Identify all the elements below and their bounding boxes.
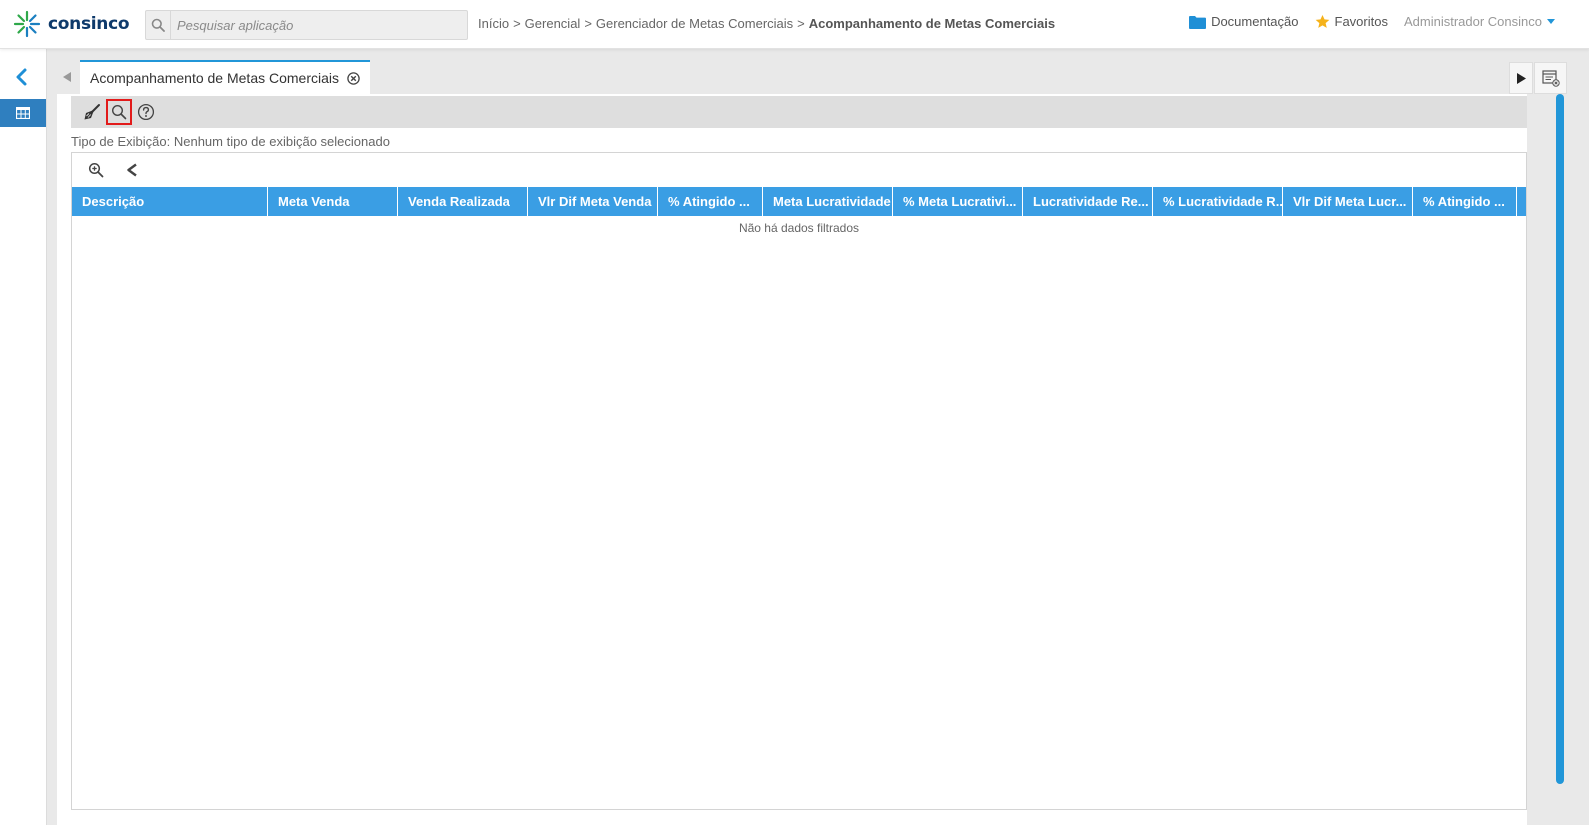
breadcrumb: Início > Gerencial > Gerenciador de Metas Co… — [478, 16, 1055, 31]
clear-button[interactable] — [79, 99, 105, 125]
chevron-left-icon — [16, 68, 27, 86]
tab-scroll-right-button[interactable] — [1509, 62, 1533, 94]
breadcrumb-item-inicio[interactable]: Início — [478, 16, 509, 31]
app-header: consinco Início>Gerencial>Gerenciador de… — [0, 0, 1589, 49]
breadcrumb-item-gerencial[interactable]: Gerencial — [525, 16, 581, 31]
star-icon — [1315, 14, 1329, 28]
calendar-grid-icon — [16, 107, 30, 119]
documentation-link[interactable]: Documentação — [1189, 14, 1299, 29]
main-toolbar — [71, 96, 1527, 128]
search-icon — [111, 104, 127, 120]
collapse-sidebar-button[interactable] — [12, 67, 32, 87]
grid-header-row: Descrição Meta Venda Venda Realizada Vlr… — [72, 187, 1526, 216]
search-button[interactable] — [106, 99, 132, 125]
tab-close-button[interactable] — [347, 71, 360, 85]
app-search — [145, 10, 468, 40]
column-header-perc-lucratividade-realizada[interactable]: % Lucratividade R... — [1153, 187, 1283, 216]
triangle-right-icon — [1516, 72, 1526, 84]
grid-toolbar — [72, 153, 1526, 187]
breadcrumb-separator: > — [513, 16, 521, 31]
column-header-meta-venda[interactable]: Meta Venda — [268, 187, 398, 216]
close-circle-icon — [347, 71, 360, 85]
consinco-logo-icon — [13, 10, 41, 38]
zoom-in-button[interactable] — [84, 158, 108, 182]
column-header-perc-meta-lucratividade[interactable]: % Meta Lucrativi... — [893, 187, 1023, 216]
documentation-label: Documentação — [1211, 14, 1299, 29]
help-button[interactable] — [133, 99, 159, 125]
user-name: Administrador Consinco — [1403, 14, 1542, 29]
breadcrumb-item-current: Acompanhamento de Metas Comerciais — [808, 16, 1056, 31]
left-sidebar — [0, 49, 47, 825]
column-header-vlr-dif-meta-venda[interactable]: Vlr Dif Meta Venda — [528, 187, 658, 216]
list-close-icon — [1541, 70, 1560, 87]
tab-label: Acompanhamento de Metas Comerciais — [90, 70, 340, 86]
vertical-scrollbar[interactable] — [1555, 94, 1565, 784]
empty-grid-message: Não há dados filtrados — [738, 221, 860, 235]
breadcrumb-item-gerenciador[interactable]: Gerenciador de Metas Comerciais — [596, 16, 793, 31]
help-icon — [137, 103, 155, 121]
breadcrumb-separator: > — [797, 16, 805, 31]
triangle-left-icon — [63, 72, 71, 82]
collapse-panel-button[interactable] — [120, 158, 144, 182]
tab-scroll-left-button[interactable] — [57, 66, 77, 88]
column-header-perc-atingido-venda[interactable]: % Atingido ... — [658, 187, 763, 216]
column-header-lucratividade-realizada[interactable]: Lucratividade Re... — [1023, 187, 1153, 216]
breadcrumb-separator: > — [584, 16, 592, 31]
broom-icon — [84, 104, 100, 120]
folder-icon — [1189, 15, 1207, 29]
scrollbar-thumb[interactable] — [1556, 94, 1564, 784]
favorites-link[interactable]: Favoritos — [1315, 14, 1388, 29]
main-area: Acompanhamento de Metas Comerciais Tipo … — [47, 49, 1589, 825]
column-header-descricao[interactable]: Descrição — [72, 187, 268, 216]
consinco-logo[interactable]: consinco — [12, 9, 130, 39]
side-panel-toggle-button[interactable] — [1534, 62, 1567, 94]
display-type-label: Tipo de Exibição: Nenhum tipo de exibiçã… — [71, 134, 390, 149]
column-header-perc-atingido-lucratividade[interactable]: % Atingido ... — [1413, 187, 1517, 216]
header-actions: Documentação Favoritos Administrador Con… — [1173, 14, 1555, 29]
column-header-vlr-dif-meta-lucratividade[interactable]: Vlr Dif Meta Lucr... — [1283, 187, 1413, 216]
zoom-in-icon — [88, 162, 104, 178]
column-header-venda-realizada[interactable]: Venda Realizada — [398, 187, 528, 216]
user-menu[interactable]: Administrador Consinco — [1404, 14, 1555, 29]
chevron-down-icon — [1547, 19, 1555, 24]
search-icon — [146, 11, 171, 39]
search-input[interactable] — [171, 11, 461, 39]
content-panel: Tipo de Exibição: Nenhum tipo de exibiçã… — [57, 94, 1527, 825]
data-grid: Descrição Meta Venda Venda Realizada Vlr… — [71, 152, 1527, 810]
favorites-label: Favoritos — [1334, 14, 1388, 29]
tab-bar: Acompanhamento de Metas Comerciais — [47, 59, 1557, 94]
logo-text: consinco — [48, 14, 130, 34]
tab-acompanhamento-metas[interactable]: Acompanhamento de Metas Comerciais — [80, 60, 371, 94]
chevron-left-icon — [127, 163, 137, 177]
column-header-meta-lucratividade[interactable]: Meta Lucratividade — [763, 187, 893, 216]
sidebar-item-application[interactable] — [0, 99, 46, 127]
